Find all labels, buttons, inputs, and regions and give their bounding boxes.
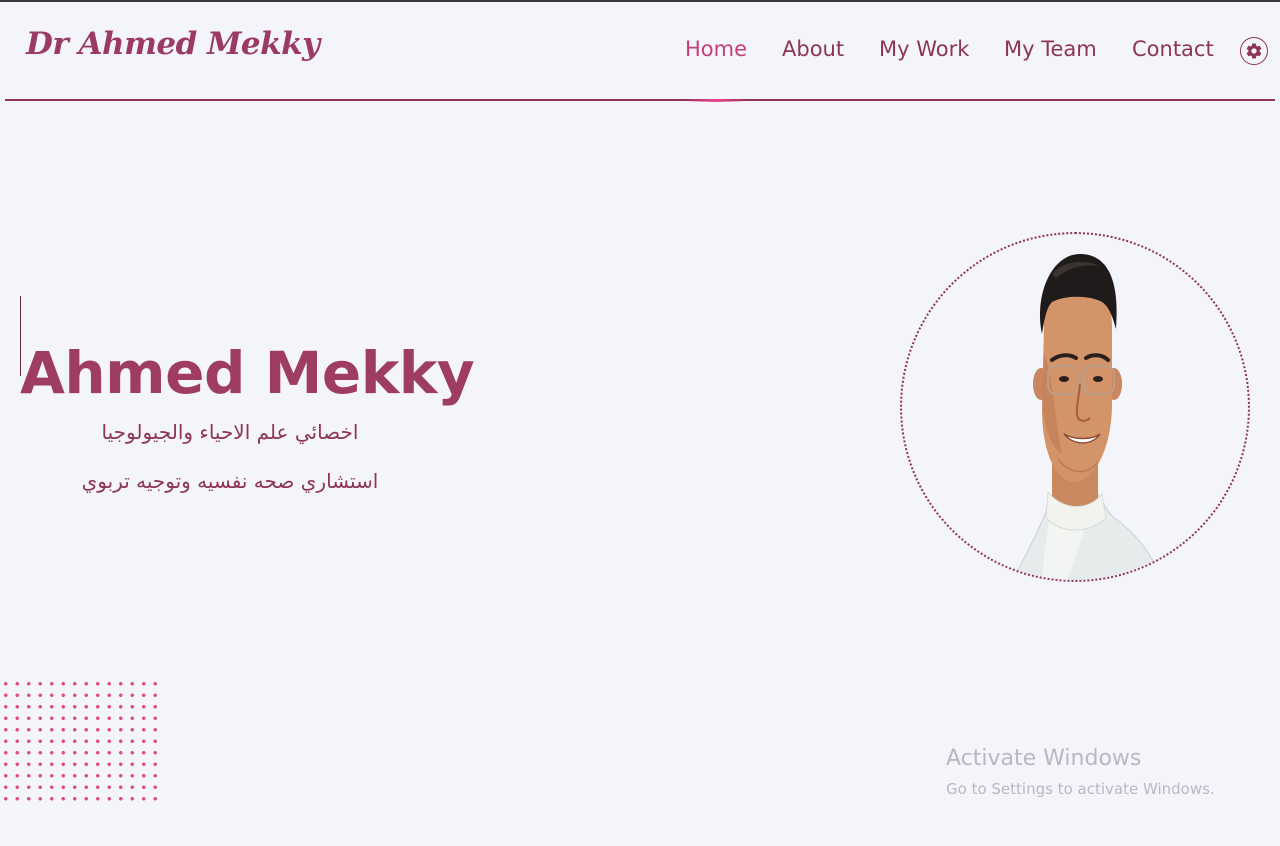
profile-portrait: [900, 232, 1250, 582]
active-nav-indicator: [684, 99, 748, 102]
navbar: Dr Ahmed Mekky Home About My Work My Tea…: [0, 2, 1280, 101]
main-nav: Home About My Work My Team Contact: [0, 37, 1280, 67]
portrait-illustration: [1011, 254, 1163, 580]
nav-link-contact[interactable]: Contact: [1132, 37, 1214, 61]
header-divider: [5, 99, 1275, 101]
hero-name: Ahmed Mekky: [20, 338, 475, 407]
hero-title-line-2: استشاري صحه نفسيه وتوجيه تربوي: [81, 469, 379, 493]
gear-icon: [1246, 43, 1262, 59]
decorative-dot-pattern: [0, 678, 165, 803]
nav-link-my-work[interactable]: My Work: [879, 37, 969, 61]
nav-link-about[interactable]: About: [782, 37, 844, 61]
activation-watermark-subtitle: Go to Settings to activate Windows.: [946, 780, 1215, 798]
nav-link-home[interactable]: Home: [685, 37, 747, 61]
nav-link-my-team[interactable]: My Team: [1004, 37, 1097, 61]
hero-title-line-1: اخصائي علم الاحياء والجيولوجيا: [101, 420, 359, 444]
activation-watermark-title: Activate Windows: [946, 746, 1142, 771]
settings-button[interactable]: [1240, 37, 1268, 65]
